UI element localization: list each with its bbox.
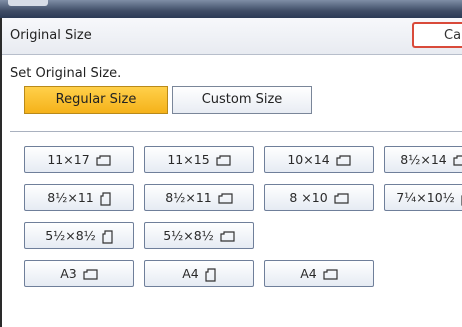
landscape-orientation-icon [83, 269, 98, 280]
landscape-orientation-icon [323, 269, 338, 280]
portrait-orientation-icon [205, 267, 216, 282]
size-8-5x14-landscape-button[interactable]: 8½×14 [384, 146, 462, 173]
portrait-orientation-icon [100, 191, 111, 206]
landscape-orientation-icon [218, 193, 233, 204]
size-label: A3 [60, 266, 77, 281]
divider [10, 131, 462, 132]
size-8-5x11-landscape-button[interactable]: 8½×11 [144, 184, 254, 211]
top-bar-tab [8, 0, 48, 6]
size-label: 10×14 [287, 152, 330, 167]
size-8x10-landscape-button[interactable]: 8 ×10 [264, 184, 374, 211]
size-5-5x8-5-landscape-button[interactable]: 5½×8½ [144, 222, 254, 249]
landscape-orientation-icon [96, 155, 111, 166]
landscape-orientation-icon [334, 193, 349, 204]
size-label: 8½×11 [47, 190, 94, 205]
dialog-title: Original Size [10, 28, 92, 43]
size-5-5x8-5-portrait-button[interactable]: 5½×8½ [24, 222, 134, 249]
size-label: 8½×14 [400, 152, 447, 167]
original-size-dialog: Original Size Can Set Original Size. Reg… [0, 18, 462, 327]
size-label: A4 [182, 266, 199, 281]
size-11x15-landscape-button[interactable]: 11×15 [144, 146, 254, 173]
cancel-button[interactable]: Can [412, 22, 462, 48]
landscape-orientation-icon [336, 155, 351, 166]
landscape-orientation-icon [453, 155, 462, 166]
size-7-25x10-5-portrait-button[interactable]: 7¼×10½ [384, 184, 462, 211]
size-label: 7¼×10½ [396, 190, 455, 205]
size-8-5x11-portrait-button[interactable]: 8½×11 [24, 184, 134, 211]
size-a3-landscape-button[interactable]: A3 [24, 260, 134, 287]
size-label: 5½×8½ [45, 228, 96, 243]
tab-regular-size[interactable]: Regular Size [24, 86, 168, 114]
size-11x17-landscape-button[interactable]: 11×17 [24, 146, 134, 173]
screen-top-bar [0, 0, 462, 18]
set-original-size-prompt: Set Original Size. [10, 66, 122, 81]
landscape-orientation-icon [220, 231, 235, 242]
portrait-orientation-icon [102, 229, 113, 244]
size-10x14-landscape-button[interactable]: 10×14 [264, 146, 374, 173]
size-label: 8½×11 [165, 190, 212, 205]
landscape-orientation-icon [216, 155, 231, 166]
size-label: 5½×8½ [163, 228, 214, 243]
dialog-title-bar: Original Size [2, 18, 462, 55]
size-label: 11×17 [47, 152, 90, 167]
size-label: 8 ×10 [289, 190, 328, 205]
size-label: 11×15 [167, 152, 210, 167]
size-a4-portrait-button[interactable]: A4 [144, 260, 254, 287]
size-label: A4 [300, 266, 317, 281]
tab-custom-size[interactable]: Custom Size [172, 86, 312, 114]
size-a4-landscape-button[interactable]: A4 [264, 260, 374, 287]
